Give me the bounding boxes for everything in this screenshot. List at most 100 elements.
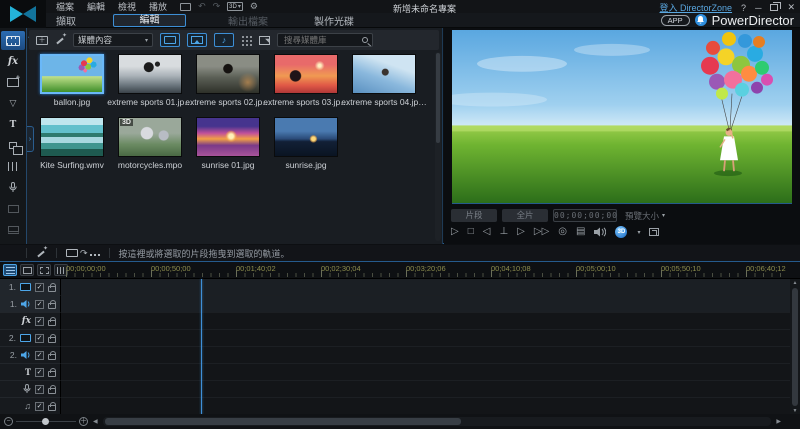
media-item-ballon[interactable]: ballon.jpg bbox=[33, 54, 111, 117]
storyboard-view-button[interactable] bbox=[20, 264, 34, 276]
track-enable-checkbox[interactable] bbox=[35, 368, 44, 377]
zoom-slider-knob[interactable] bbox=[42, 418, 49, 425]
library-scrollbar-thumb[interactable] bbox=[436, 53, 440, 143]
effect-room-button[interactable]: fx bbox=[1, 52, 25, 71]
track-header-audio-2[interactable]: 2. bbox=[0, 347, 61, 364]
close-icon[interactable]: ✕ bbox=[787, 2, 795, 13]
undo-icon[interactable]: ↶ bbox=[198, 1, 206, 12]
track-enable-checkbox[interactable] bbox=[35, 351, 44, 360]
menu-file[interactable]: 檔案 bbox=[56, 0, 74, 13]
app-badge[interactable]: APP bbox=[661, 15, 690, 26]
track-header-music[interactable]: ♫ bbox=[0, 398, 61, 415]
voiceover-room-button[interactable] bbox=[1, 178, 25, 197]
track-lock-icon[interactable] bbox=[48, 354, 56, 360]
library-expander-arrow[interactable]: › bbox=[27, 126, 34, 152]
track-lane-music[interactable] bbox=[61, 398, 790, 415]
timeline-ruler[interactable]: 00;00;00;00 00;00;50;00 00;01;40;02 00;0… bbox=[0, 262, 800, 279]
play-button[interactable]: ▷ bbox=[451, 226, 459, 238]
snapshot-camera-icon[interactable]: ◎ bbox=[558, 226, 567, 238]
media-item-extreme-sports-04[interactable]: extreme sports 04.jp… bbox=[345, 54, 423, 117]
particle-room-button[interactable]: ▽ bbox=[1, 94, 25, 113]
media-item-extreme-sports-02[interactable]: extreme sports 02.jp… bbox=[189, 54, 267, 117]
fast-forward-button[interactable]: ▷▷ bbox=[534, 226, 549, 238]
track-lock-icon[interactable] bbox=[48, 337, 56, 343]
track-lane-title[interactable] bbox=[61, 364, 790, 381]
track-manager-button[interactable] bbox=[37, 264, 51, 276]
vertical-scrollbar-thumb[interactable] bbox=[792, 288, 798, 406]
horizontal-scrollbar-thumb[interactable] bbox=[105, 418, 461, 425]
import-media-icon[interactable]: ＋ bbox=[36, 36, 48, 45]
track-lane-video-2[interactable] bbox=[61, 330, 790, 347]
timeline-vertical-scrollbar[interactable]: ▲ ▼ bbox=[790, 279, 800, 415]
thumbnail-size-icon[interactable] bbox=[259, 36, 270, 45]
tab-produce[interactable]: 輸出檔案 bbox=[226, 13, 270, 28]
track-lane-fx[interactable] bbox=[61, 313, 790, 330]
subtitle-room-button[interactable] bbox=[1, 220, 25, 239]
restore-icon[interactable] bbox=[770, 4, 778, 11]
volume-speaker-icon[interactable] bbox=[594, 227, 606, 237]
track-lane-video-1[interactable] bbox=[61, 279, 790, 296]
media-item-motorcycles[interactable]: 3D motorcycles.mpo bbox=[111, 117, 189, 180]
track-lock-icon[interactable] bbox=[48, 320, 56, 326]
preview-size-dropdown[interactable]: 預覽大小 bbox=[625, 210, 665, 222]
plugin-wand-icon[interactable] bbox=[55, 35, 66, 46]
stop-button[interactable]: □ bbox=[468, 226, 474, 238]
undock-preview-icon[interactable] bbox=[649, 228, 659, 236]
clip-mode-button[interactable]: 片段 bbox=[451, 209, 497, 222]
tab-capture[interactable]: 擷取 bbox=[44, 13, 88, 28]
timeline-drop-hint[interactable]: 按這裡或將選取的片段拖曳到選取的軌道。 bbox=[119, 247, 290, 260]
track-lock-icon[interactable] bbox=[48, 371, 56, 377]
redo-icon[interactable]: ↷ bbox=[213, 1, 221, 12]
scroll-left-icon[interactable]: ◀ bbox=[91, 418, 100, 425]
menu-view[interactable]: 檢視 bbox=[118, 0, 136, 13]
filter-music-button[interactable]: ♪ bbox=[214, 33, 234, 47]
track-enable-checkbox[interactable] bbox=[35, 283, 44, 292]
filter-video-button[interactable] bbox=[160, 33, 180, 47]
seek-button[interactable]: ⊥ bbox=[499, 226, 508, 238]
preview-timecode[interactable]: 00;00;00;00 bbox=[553, 209, 617, 222]
3d-display-button[interactable]: 3D bbox=[615, 226, 627, 238]
pip-objects-room-button[interactable] bbox=[1, 73, 25, 92]
title-room-button[interactable]: T bbox=[1, 115, 25, 134]
3d-mode-dropdown[interactable]: 3D bbox=[227, 2, 243, 11]
scroll-up-icon[interactable]: ▲ bbox=[793, 279, 798, 287]
track-lane-voice[interactable] bbox=[61, 381, 790, 398]
magic-tools-icon[interactable] bbox=[36, 248, 47, 259]
track-enable-checkbox[interactable] bbox=[35, 300, 44, 309]
track-header-voice[interactable] bbox=[0, 381, 61, 398]
timeline-view-button[interactable] bbox=[3, 264, 17, 276]
previous-frame-button[interactable]: ◁ bbox=[483, 226, 491, 238]
menu-play[interactable]: 播放 bbox=[149, 0, 167, 13]
timeline-horizontal-scrollbar[interactable] bbox=[103, 417, 772, 426]
track-lock-icon[interactable] bbox=[48, 405, 56, 411]
grid-view-icon[interactable] bbox=[241, 35, 252, 46]
track-enable-checkbox[interactable] bbox=[35, 334, 44, 343]
notification-bell-icon[interactable] bbox=[695, 14, 707, 26]
track-header-fx[interactable]: fx bbox=[0, 313, 61, 330]
search-input[interactable] bbox=[282, 34, 362, 46]
movie-mode-button[interactable]: 全片 bbox=[502, 209, 548, 222]
3d-display-dropdown-arrow[interactable] bbox=[636, 226, 640, 239]
track-header-audio-1[interactable]: 1. bbox=[0, 296, 61, 313]
track-header-video-2[interactable]: 2. bbox=[0, 330, 61, 347]
library-scrollbar[interactable] bbox=[435, 52, 441, 241]
audio-mixing-room-button[interactable] bbox=[1, 157, 25, 176]
preview-screen[interactable] bbox=[452, 30, 792, 204]
track-lane-audio-1[interactable] bbox=[61, 296, 790, 313]
menu-edit[interactable]: 編輯 bbox=[87, 0, 105, 13]
track-enable-checkbox[interactable] bbox=[35, 402, 44, 411]
preview-quality-icon[interactable]: ▤ bbox=[576, 226, 585, 238]
minimize-icon[interactable]: ─ bbox=[755, 3, 761, 13]
timeline-playhead[interactable] bbox=[201, 279, 202, 415]
media-item-kite-surfing[interactable]: Kite Surfing.wmv bbox=[33, 117, 111, 180]
filter-photo-button[interactable] bbox=[187, 33, 207, 47]
media-item-sunrise[interactable]: sunrise.jpg bbox=[267, 117, 345, 180]
settings-gear-icon[interactable]: ⚙ bbox=[250, 1, 258, 12]
media-room-button[interactable] bbox=[1, 31, 25, 50]
insert-to-track-icon[interactable]: ↷ bbox=[66, 249, 100, 257]
next-frame-button[interactable]: ▷ bbox=[517, 226, 525, 238]
media-item-extreme-sports-01[interactable]: extreme sports 01.jp… bbox=[111, 54, 189, 117]
help-icon[interactable]: ? bbox=[741, 3, 746, 13]
tab-edit[interactable]: 編輯 bbox=[113, 14, 186, 27]
track-enable-checkbox[interactable] bbox=[35, 385, 44, 394]
